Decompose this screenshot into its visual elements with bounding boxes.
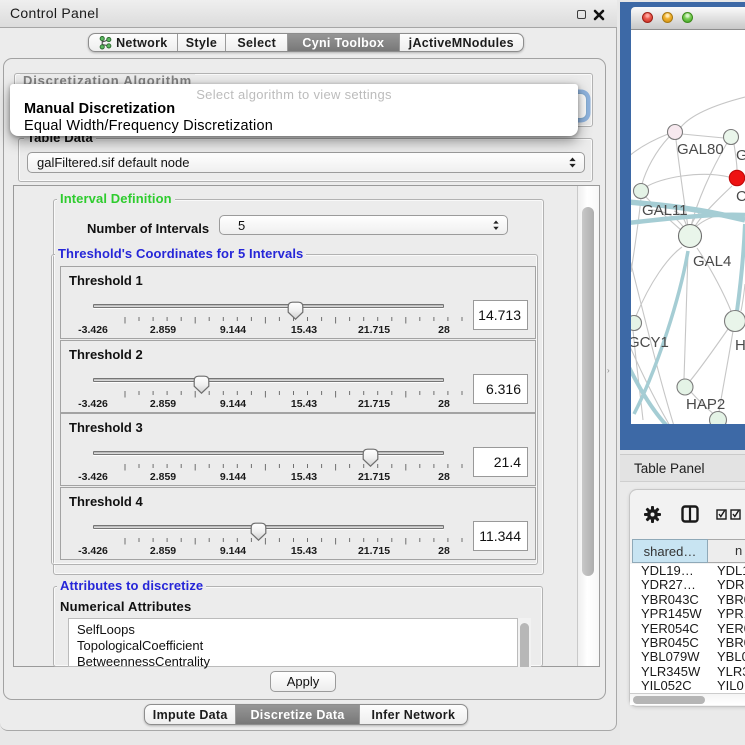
svg-text:GAL4: GAL4 (693, 253, 731, 270)
svg-text:H: H (735, 337, 745, 354)
svg-text:GAL80: GAL80 (677, 141, 724, 158)
svg-text:HAP2: HAP2 (686, 396, 725, 413)
svg-text:GCY1: GCY1 (631, 334, 669, 351)
svg-text:C: C (736, 188, 745, 205)
svg-text:GAL11: GAL11 (642, 202, 688, 219)
svg-text:GA: GA (736, 147, 745, 164)
